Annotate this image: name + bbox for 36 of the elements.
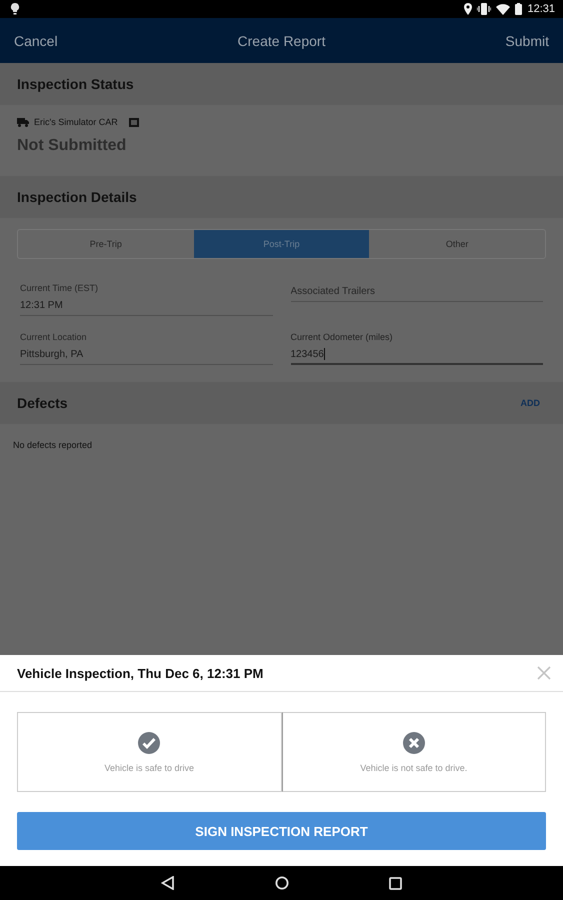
back-icon[interactable] <box>161 876 175 890</box>
section-title: Inspection Details <box>17 189 137 205</box>
field-label: Current Time (EST) <box>20 283 100 294</box>
trip-type-tab[interactable]: Post-Trip <box>194 230 370 258</box>
location-icon <box>464 3 472 15</box>
field-label: Current Odometer (miles) <box>290 332 394 343</box>
input-field[interactable]: 123456 <box>290 347 543 365</box>
device-icon <box>128 118 139 126</box>
inspection-option[interactable]: Vehicle is not safe to drive. <box>282 712 546 792</box>
vibrate-icon <box>477 3 492 15</box>
sheet-title: Vehicle Inspection, Thu Dec 6, 12:31 PM <box>17 666 264 680</box>
empty-message: No defects reported <box>13 440 92 450</box>
truck-icon <box>17 118 29 126</box>
inspection-option[interactable]: Vehicle is safe to drive <box>17 712 282 792</box>
home-icon[interactable] <box>275 876 289 890</box>
add-defect-link[interactable]: ADD <box>514 397 546 409</box>
cancel-button[interactable]: Cancel <box>14 32 58 48</box>
trip-type-tab[interactable]: Pre-Trip <box>18 230 194 258</box>
field-label: Current Location <box>20 332 88 343</box>
vehicle-name: Eric's Simulator CAR <box>34 117 118 127</box>
screen-title: Create Report <box>238 32 326 48</box>
wifi-icon <box>496 4 510 14</box>
recents-icon[interactable] <box>389 876 402 890</box>
section-title: Defects <box>17 395 68 411</box>
submit-button[interactable]: Submit <box>505 32 549 48</box>
clock-time: 12:31 <box>527 3 555 15</box>
input-field[interactable]: 12:31 PM <box>20 298 272 316</box>
status-text: Not Submitted <box>17 137 128 155</box>
input-field[interactable]: Pittsburgh, PA <box>20 347 272 365</box>
sign-report-button[interactable]: SIGN INSPECTION REPORT <box>17 812 546 850</box>
section-title: Inspection Status <box>17 76 134 92</box>
x-circle-icon <box>402 731 426 755</box>
trip-type-tab[interactable]: Other <box>369 230 546 258</box>
input-field[interactable]: Associated Trailers <box>290 284 543 302</box>
check-circle-icon <box>137 731 162 755</box>
battery-icon <box>515 3 522 15</box>
